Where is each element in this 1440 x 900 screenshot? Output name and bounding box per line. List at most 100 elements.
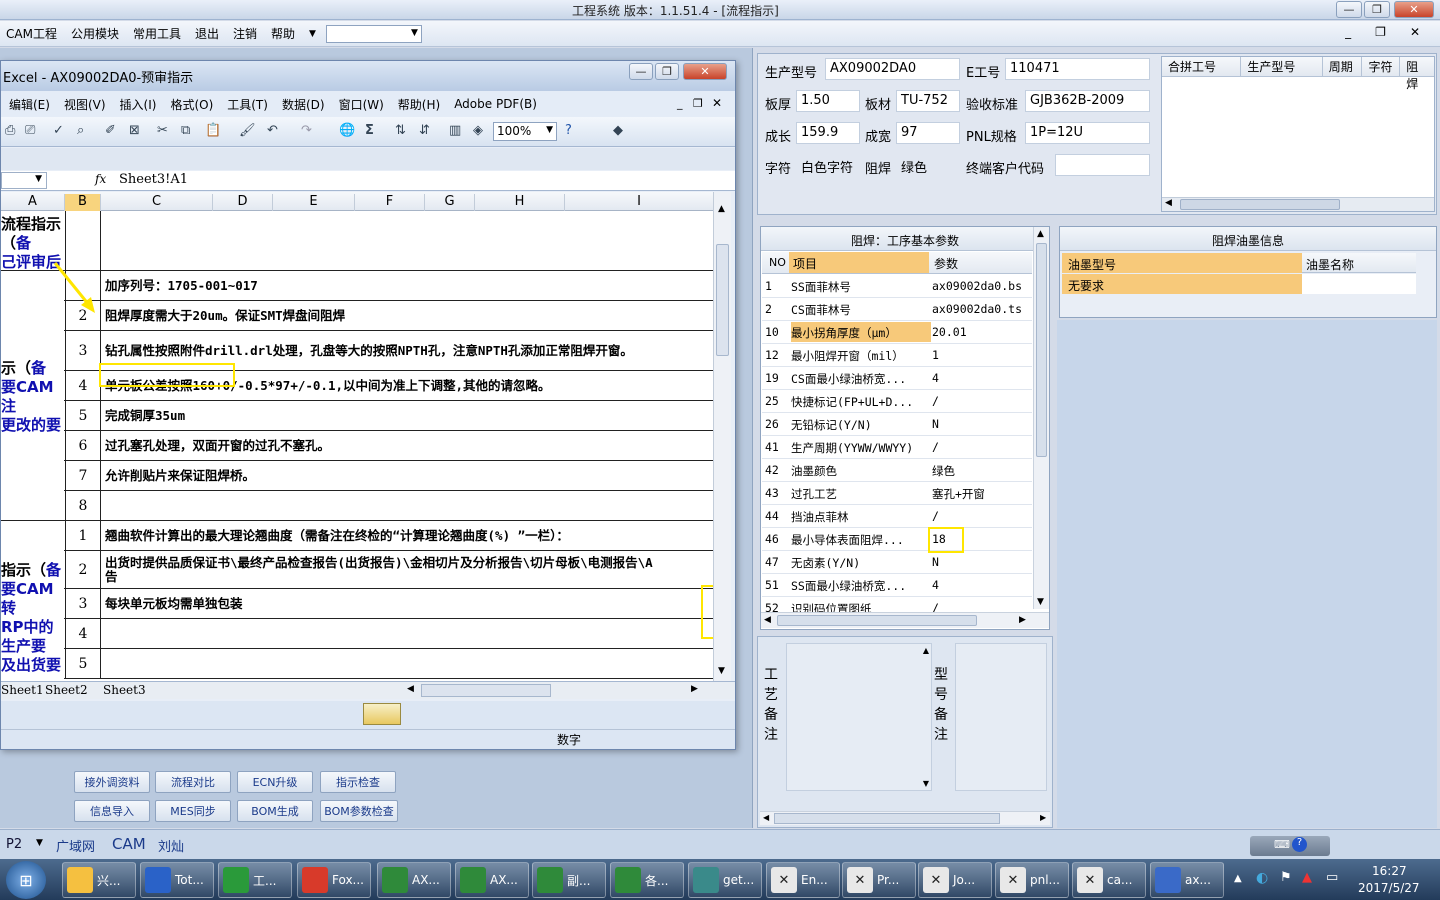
col-mask[interactable]: 阻焊 bbox=[1400, 57, 1434, 91]
start-button-icon[interactable]: ⊞ bbox=[6, 861, 46, 899]
tray-app-icon[interactable]: ▲ bbox=[1302, 870, 1312, 885]
permission-icon[interactable]: ⊠ bbox=[129, 123, 140, 138]
chevron-down-icon[interactable]: ▼ bbox=[35, 174, 42, 184]
scroll-thumb[interactable] bbox=[777, 615, 977, 626]
taskbar-item[interactable]: AX... bbox=[377, 862, 451, 898]
field-pnl[interactable]: 1P=12U bbox=[1025, 122, 1150, 144]
format-painter-icon[interactable]: ✐ bbox=[105, 123, 116, 138]
param-row[interactable]: 47 无卤素(Y/N) N bbox=[762, 551, 1032, 574]
help-icon[interactable]: ? bbox=[565, 123, 572, 138]
excel-restore-icon[interactable]: ❐ bbox=[655, 63, 679, 80]
chevron-down-icon[interactable]: ▼ bbox=[36, 838, 43, 848]
sheet-row[interactable]: 2 阻焊厚度需大于20um。保证SMT焊盘间阻焊 bbox=[1, 301, 713, 331]
param-row[interactable]: 51 SS面最小绿油桥宽... 4 bbox=[762, 574, 1032, 597]
sheet-row[interactable]: 1 翘曲软件计算出的最大理论翘曲度（需备注在终检的“计算理论翘曲度(%) ”一栏）… bbox=[1, 521, 713, 551]
drawing-icon[interactable]: ◈ bbox=[473, 123, 483, 138]
btn-instruction-check[interactable]: 指示检查 bbox=[320, 771, 396, 793]
undo-icon[interactable]: ↶ bbox=[267, 123, 278, 138]
tab-sheet3[interactable]: Sheet3 bbox=[103, 683, 146, 697]
close-icon[interactable]: ✕ bbox=[1394, 1, 1434, 18]
field-prod-model[interactable]: AX09002DA0 bbox=[825, 58, 960, 80]
chart-wizard-icon[interactable]: ▥ bbox=[449, 123, 461, 138]
hyperlink-icon[interactable]: 🌐 bbox=[339, 123, 355, 138]
col-header-a[interactable]: A bbox=[1, 194, 65, 211]
sheet-row[interactable]: 加序列号：1705-001~017 bbox=[1, 271, 713, 301]
btn-flow-compare[interactable]: 流程对比 bbox=[155, 771, 231, 793]
link-cam[interactable]: CAM bbox=[112, 835, 146, 853]
param-row[interactable]: 2 CS面菲林号 ax09002da0.ts bbox=[762, 298, 1032, 321]
col-header-d[interactable]: D bbox=[213, 194, 273, 211]
taskbar-item[interactable]: ✕ En... bbox=[766, 862, 840, 898]
sort-desc-icon[interactable]: ⇵ bbox=[419, 123, 430, 138]
field-finish-width[interactable]: 97 bbox=[896, 122, 960, 144]
formula-content[interactable]: Sheet3!A1 bbox=[119, 172, 188, 187]
sheet-row[interactable]: 5 bbox=[1, 649, 713, 679]
scroll-down-icon[interactable]: ▼ bbox=[718, 666, 725, 676]
xmdi-close-icon[interactable]: ✕ bbox=[712, 96, 722, 110]
tray-monitor-icon[interactable]: ▭ bbox=[1326, 870, 1338, 885]
sheet-row[interactable]: 3 每块单元板均需单独包装 bbox=[1, 589, 713, 619]
ink-row[interactable]: 无要求 bbox=[1062, 274, 1416, 294]
scroll-up-icon[interactable]: ▲ bbox=[923, 646, 929, 655]
param-row[interactable]: 19 CS面最小绿油桥宽... 4 bbox=[762, 367, 1032, 390]
scroll-thumb[interactable] bbox=[774, 813, 1000, 824]
taskbar-item[interactable]: Fox... bbox=[297, 862, 371, 898]
col-period[interactable]: 周期 bbox=[1323, 57, 1363, 76]
menu-tools[interactable]: 常用工具 bbox=[133, 25, 181, 42]
sheet-row-header[interactable] bbox=[1, 211, 713, 271]
cut-icon[interactable]: ✂ bbox=[157, 123, 168, 138]
sort-asc-icon[interactable]: ⇅ bbox=[395, 123, 406, 138]
col-header-g[interactable]: G bbox=[425, 194, 475, 211]
taskbar-item[interactable]: ✕ ca... bbox=[1072, 862, 1146, 898]
field-end-customer[interactable] bbox=[1055, 154, 1150, 176]
excel-minimize-icon[interactable]: — bbox=[629, 63, 653, 80]
params-hscroll[interactable]: ◀ ▶ bbox=[761, 612, 1049, 628]
tab-sheet1[interactable]: Sheet1 bbox=[1, 683, 44, 697]
menu-help[interactable]: 帮助 bbox=[271, 25, 295, 42]
autosum-icon[interactable]: Σ bbox=[365, 123, 374, 138]
scroll-right-icon[interactable]: ▶ bbox=[691, 684, 698, 694]
brush-icon[interactable]: 🖌 bbox=[239, 123, 256, 138]
sheet-row[interactable]: 7 允许削贴片来保证阻焊桥。 bbox=[1, 461, 713, 491]
btn-ecn-upgrade[interactable]: ECN升级 bbox=[237, 771, 313, 793]
param-row[interactable]: 46 最小导体表面阻焊... 18 bbox=[762, 528, 1032, 551]
zoom-combo[interactable]: 100% ▼ bbox=[493, 122, 557, 141]
xmenu-adobe-pdf[interactable]: Adobe PDF(B) bbox=[454, 97, 537, 111]
btn-bom-generate[interactable]: BOM生成 bbox=[237, 800, 313, 822]
keyboard-icon[interactable]: ⌨ bbox=[1274, 838, 1290, 851]
fill-color-icon[interactable]: ◆ bbox=[613, 123, 623, 138]
taskbar-item[interactable]: ✕ Pr... bbox=[842, 862, 916, 898]
xmenu-tools[interactable]: 工具(T) bbox=[227, 96, 268, 113]
draw-tool-icon[interactable] bbox=[363, 703, 401, 725]
scroll-right-icon[interactable]: ▶ bbox=[1040, 813, 1046, 822]
menu-cam[interactable]: CAM工程 bbox=[6, 25, 57, 42]
sheet-vscroll[interactable]: ▲ ▼ bbox=[713, 192, 731, 682]
paste-icon[interactable]: 📋 bbox=[205, 123, 221, 138]
params-vscroll[interactable]: ▲ ▼ bbox=[1033, 227, 1049, 609]
xmenu-format[interactable]: 格式(O) bbox=[170, 96, 213, 113]
btn-external-data[interactable]: 接外调资料 bbox=[74, 771, 150, 793]
xmenu-window[interactable]: 窗口(W) bbox=[339, 96, 384, 113]
taskbar-item[interactable]: 副... bbox=[532, 862, 606, 898]
param-row[interactable]: 25 快捷标记(FP+UL+D... / bbox=[762, 390, 1032, 413]
copy-icon[interactable]: ⧉ bbox=[181, 123, 190, 138]
scroll-thumb[interactable] bbox=[1036, 243, 1047, 457]
sheet-row[interactable]: 8 bbox=[1, 491, 713, 521]
sheet-row[interactable]: 5 完成铜厚35um bbox=[1, 401, 713, 431]
param-row[interactable]: 43 过孔工艺 塞孔+开窗 bbox=[762, 482, 1032, 505]
scroll-down-icon[interactable]: ▼ bbox=[923, 779, 929, 788]
tray-network-icon[interactable]: ◐ bbox=[1256, 870, 1268, 886]
sheet-row[interactable]: 2 出货时提供品质保证书\最终产品检查报告(出货报告)\金相切片及分析报告\切片母… bbox=[1, 551, 713, 589]
merge-grid-hscroll[interactable]: ◀ bbox=[1162, 197, 1434, 211]
scroll-left-icon[interactable]: ◀ bbox=[1165, 198, 1172, 208]
xmenu-insert[interactable]: 插入(I) bbox=[120, 96, 157, 113]
scroll-up-icon[interactable]: ▲ bbox=[718, 204, 725, 214]
col-ink-model[interactable]: 油墨型号 bbox=[1062, 253, 1302, 273]
link-user[interactable]: 刘灿 bbox=[158, 836, 184, 855]
xmenu-data[interactable]: 数据(D) bbox=[282, 96, 325, 113]
scroll-thumb[interactable] bbox=[421, 684, 551, 697]
field-thickness[interactable]: 1.50 bbox=[796, 90, 860, 112]
xmenu-edit[interactable]: 编辑(E) bbox=[9, 96, 50, 113]
btn-mes-sync[interactable]: MES同步 bbox=[155, 800, 231, 822]
field-standard[interactable]: GJB362B-2009 bbox=[1025, 90, 1150, 112]
